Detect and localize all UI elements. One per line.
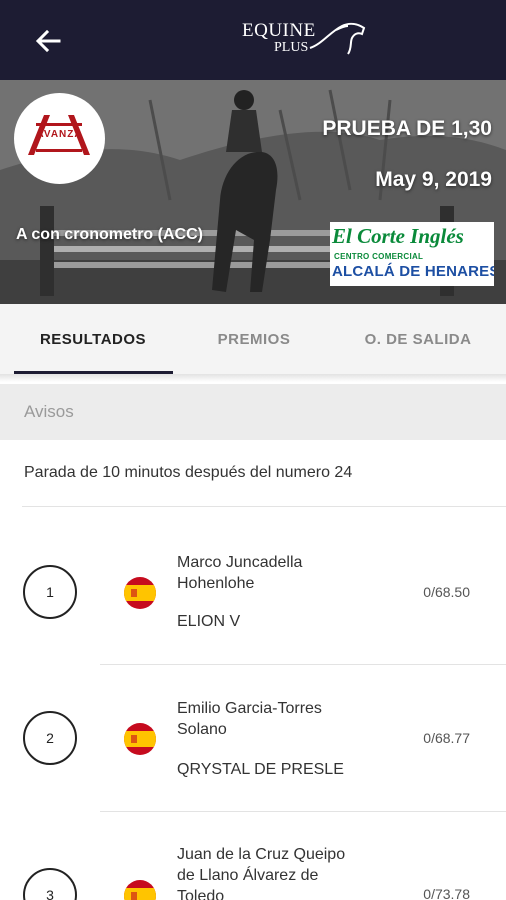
score: 0/73.78: [423, 886, 470, 900]
result-row[interactable]: 1 Marco Juncadella Hohenlohe ELION V 0/6…: [0, 540, 506, 666]
spain-flag-icon: [124, 880, 156, 900]
club-logo: AVANZA: [14, 93, 105, 184]
score: 0/68.77: [423, 730, 470, 746]
back-arrow-icon: [35, 30, 61, 52]
rider-name: Emilio Garcia-Torres Solano: [177, 700, 322, 738]
event-date: May 9, 2019: [375, 168, 492, 191]
position-badge: 2: [23, 711, 77, 765]
app-bar: EQUINE PLUS: [0, 0, 506, 80]
sponsor-city: ALCALÁ DE HENARES: [332, 263, 494, 280]
club-logo-text: AVANZA: [36, 129, 83, 140]
result-divider: [100, 811, 506, 812]
sponsor-subtitle: CENTRO COMERCIAL: [334, 252, 424, 261]
rider-name: Marco Juncadella Hohenlohe: [177, 554, 303, 592]
event-mode: A con cronometro (ACC): [16, 226, 203, 243]
result-divider: [100, 664, 506, 665]
horse-name: QRYSTAL DE PRESLE: [177, 761, 344, 778]
score: 0/68.50: [423, 584, 470, 600]
back-button[interactable]: [26, 22, 70, 60]
result-row[interactable]: 3 Juan de la Cruz Queipo de Llano Álvare…: [0, 834, 506, 900]
notice-divider: [22, 506, 506, 507]
event-banner: AVANZA PRUEBA DE 1,30 May 9, 2019 A con …: [0, 80, 506, 304]
notices-header: Avisos: [0, 384, 506, 440]
horse-name: ELION V: [177, 613, 241, 630]
result-row[interactable]: 2 Emilio Garcia-Torres Solano QRYSTAL DE…: [0, 686, 506, 812]
equine-plus-logo: EQUINE PLUS: [234, 18, 374, 62]
position-badge: 3: [23, 868, 77, 900]
event-title: PRUEBA DE 1,30: [322, 117, 492, 140]
tab-resultados[interactable]: RESULTADOS: [0, 304, 186, 374]
tab-bar: RESULTADOS PREMIOS O. DE SALIDA: [0, 304, 506, 374]
sponsor-logo: El Corte Inglés CENTRO COMERCIAL ALCALÁ …: [330, 222, 494, 286]
notice-text: Parada de 10 minutos después del numero …: [24, 464, 353, 481]
logo-text-line1: EQUINE: [242, 20, 316, 41]
logo-text-line2: PLUS: [274, 40, 309, 55]
position-badge: 1: [23, 565, 77, 619]
spain-flag-icon: [124, 723, 156, 755]
tab-orden-de-salida[interactable]: O. DE SALIDA: [330, 304, 506, 374]
tab-premios[interactable]: PREMIOS: [170, 304, 338, 374]
sponsor-name: El Corte Inglés: [332, 224, 464, 248]
spain-flag-icon: [124, 577, 156, 609]
notices-header-label: Avisos: [24, 402, 74, 421]
horse-head-icon: [309, 22, 366, 55]
rider-name: Juan de la Cruz Queipo de Llano Álvarez …: [177, 846, 346, 900]
